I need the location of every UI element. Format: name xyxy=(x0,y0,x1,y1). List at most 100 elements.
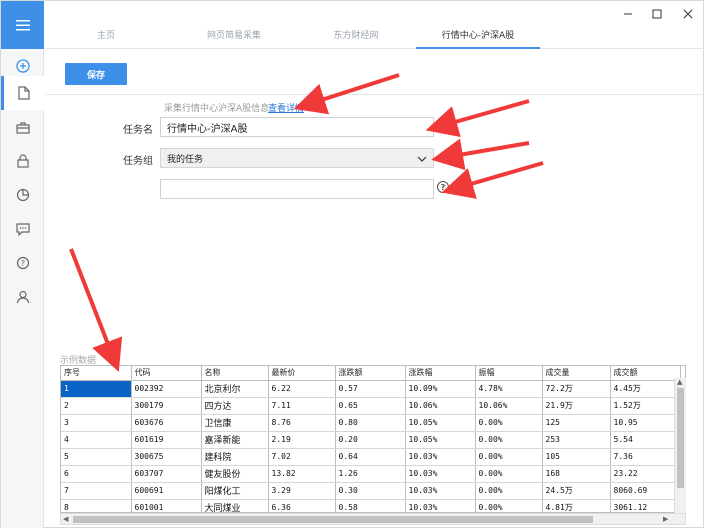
table-cell[interactable]: 卫信康 xyxy=(201,414,269,432)
table-cell[interactable]: 300675 xyxy=(131,448,202,466)
table-row[interactable]: 7 600691 阳煤化工 3.29 0.30 10.03% 0.00% 24.5万 8060.… xyxy=(61,482,681,500)
column-header[interactable]: 代码 xyxy=(131,366,202,381)
table-row[interactable]: 2 300179 四方达 7.11 0.65 10.06% 10.06% 21.9万 1.52万 xyxy=(61,397,681,415)
table-row[interactable]: 4 601619 嘉泽新能 2.19 0.20 10.05% 0.00% 253 5.54 xyxy=(61,431,681,449)
table-cell[interactable]: 0.57 xyxy=(335,380,406,398)
table-cell[interactable]: 2.19 xyxy=(268,431,336,449)
column-header[interactable]: 序号 xyxy=(61,366,132,381)
table-cell[interactable]: 253 xyxy=(542,431,611,449)
column-header[interactable]: 最新价 xyxy=(268,366,336,381)
tab-home[interactable]: 主页 xyxy=(65,25,147,49)
table-cell[interactable]: 4.45万 xyxy=(610,380,681,398)
table-cell[interactable]: 0.00% xyxy=(475,414,543,432)
table-cell[interactable]: 10.03% xyxy=(405,482,476,500)
table-cell[interactable]: 2 xyxy=(61,397,132,415)
help-icon[interactable]: ? xyxy=(437,181,449,193)
sidebar-item-lock[interactable] xyxy=(1,144,44,178)
table-cell[interactable]: 1 xyxy=(61,380,132,398)
table-cell[interactable]: 0.20 xyxy=(335,431,406,449)
table-cell[interactable]: 6.22 xyxy=(268,380,336,398)
task-name-input[interactable]: 行情中心-沪深A股 xyxy=(160,117,434,137)
horizontal-scroll-thumb[interactable] xyxy=(73,516,593,523)
table-cell[interactable]: 168 xyxy=(542,465,611,483)
table-row[interactable]: 8 601001 大同煤业 6.36 0.58 10.03% 0.00% 4.81万 3061.… xyxy=(61,499,681,512)
table-cell[interactable]: 3.29 xyxy=(268,482,336,500)
save-button[interactable]: 保存 xyxy=(65,63,127,85)
column-header[interactable]: 名称 xyxy=(201,366,269,381)
scroll-right-icon[interactable]: ▶ xyxy=(663,515,668,523)
vertical-scroll-thumb[interactable] xyxy=(677,388,684,488)
table-cell[interactable]: 7.36 xyxy=(610,448,681,466)
table-cell[interactable]: 10.06% xyxy=(405,397,476,415)
table-cell[interactable]: 105 xyxy=(542,448,611,466)
table-cell[interactable]: 10.03% xyxy=(405,465,476,483)
tab-eastmoney[interactable]: 东方财经网 xyxy=(311,25,401,49)
table-cell[interactable]: 603707 xyxy=(131,465,202,483)
column-header[interactable]: 成交额 xyxy=(610,366,681,381)
close-button[interactable] xyxy=(675,5,701,23)
minimize-button[interactable] xyxy=(615,5,641,23)
table-cell[interactable]: 23.22 xyxy=(610,465,681,483)
table-cell[interactable]: 嘉泽新能 xyxy=(201,431,269,449)
table-cell[interactable]: 4.78% xyxy=(475,380,543,398)
sidebar-item-briefcase[interactable] xyxy=(1,110,44,144)
table-cell[interactable]: 10.05% xyxy=(405,414,476,432)
table-row[interactable]: 3 603676 卫信康 8.76 0.80 10.05% 0.00% 125 10.95 xyxy=(61,414,681,432)
table-cell[interactable]: 24.5万 xyxy=(542,482,611,500)
table-cell[interactable]: 阳煤化工 xyxy=(201,482,269,500)
table-cell[interactable]: 10.03% xyxy=(405,499,476,512)
table-cell[interactable]: 6 xyxy=(61,465,132,483)
vertical-scrollbar[interactable]: ▲ xyxy=(674,378,686,513)
table-cell[interactable]: 10.06% xyxy=(475,397,543,415)
sidebar-item-help[interactable]: ? xyxy=(1,246,44,280)
table-cell[interactable]: 0.00% xyxy=(475,431,543,449)
column-header[interactable]: 成交量 xyxy=(542,366,611,381)
table-cell[interactable]: 10.95 xyxy=(610,414,681,432)
table-cell[interactable]: 8 xyxy=(61,499,132,512)
table-cell[interactable]: 300179 xyxy=(131,397,202,415)
tab-market-center[interactable]: 行情中心-沪深A股 xyxy=(416,25,540,49)
table-cell[interactable]: 5 xyxy=(61,448,132,466)
menu-button[interactable] xyxy=(1,1,44,49)
task-group-select[interactable]: 我的任务 xyxy=(160,148,434,168)
sidebar-item-document[interactable] xyxy=(1,76,44,110)
table-cell[interactable]: 125 xyxy=(542,414,611,432)
table-row[interactable]: 5 300675 建科院 7.02 0.64 10.03% 0.00% 105 7.36 xyxy=(61,448,681,466)
table-cell[interactable]: 0.58 xyxy=(335,499,406,512)
column-header[interactable]: 涨跌额 xyxy=(335,366,406,381)
table-cell[interactable]: 4 xyxy=(61,431,132,449)
table-cell[interactable]: 7 xyxy=(61,482,132,500)
sidebar-item-message[interactable] xyxy=(1,212,44,246)
table-cell[interactable]: 7.11 xyxy=(268,397,336,415)
table-cell[interactable]: 600691 xyxy=(131,482,202,500)
table-cell[interactable]: 建科院 xyxy=(201,448,269,466)
table-cell[interactable]: 4.81万 xyxy=(542,499,611,512)
table-cell[interactable]: 0.65 xyxy=(335,397,406,415)
sidebar-item-user[interactable] xyxy=(1,280,44,314)
column-header[interactable]: 涨跌幅 xyxy=(405,366,476,381)
table-cell[interactable]: 601001 xyxy=(131,499,202,512)
table-cell[interactable]: 6.36 xyxy=(268,499,336,512)
table-row[interactable]: 1 002392 北京利尔 6.22 0.57 10.09% 4.78% 72.2万 4.45万 xyxy=(61,380,681,398)
table-row[interactable]: 6 603707 健友股份 13.82 1.26 10.03% 0.00% 168 23.22 xyxy=(61,465,681,483)
table-cell[interactable]: 10.05% xyxy=(405,431,476,449)
table-cell[interactable]: 13.82 xyxy=(268,465,336,483)
table-cell[interactable]: 601619 xyxy=(131,431,202,449)
table-cell[interactable]: 健友股份 xyxy=(201,465,269,483)
table-cell[interactable]: 0.00% xyxy=(475,448,543,466)
extra-input[interactable] xyxy=(160,179,434,199)
sidebar-item-chart[interactable] xyxy=(1,178,44,212)
table-cell[interactable]: 8.76 xyxy=(268,414,336,432)
table-cell[interactable]: 0.30 xyxy=(335,482,406,500)
table-cell[interactable]: 北京利尔 xyxy=(201,380,269,398)
table-cell[interactable]: 10.09% xyxy=(405,380,476,398)
table-cell[interactable]: 0.00% xyxy=(475,465,543,483)
maximize-button[interactable] xyxy=(644,5,670,23)
table-cell[interactable]: 603676 xyxy=(131,414,202,432)
tab-web-simple-collect[interactable]: 网页简易采集 xyxy=(189,25,279,49)
table-cell[interactable]: 四方达 xyxy=(201,397,269,415)
table-cell[interactable]: 0.00% xyxy=(475,482,543,500)
scroll-up-icon[interactable]: ▲ xyxy=(677,378,682,386)
scroll-left-icon[interactable]: ◀ xyxy=(63,515,68,523)
table-cell[interactable]: 10.03% xyxy=(405,448,476,466)
